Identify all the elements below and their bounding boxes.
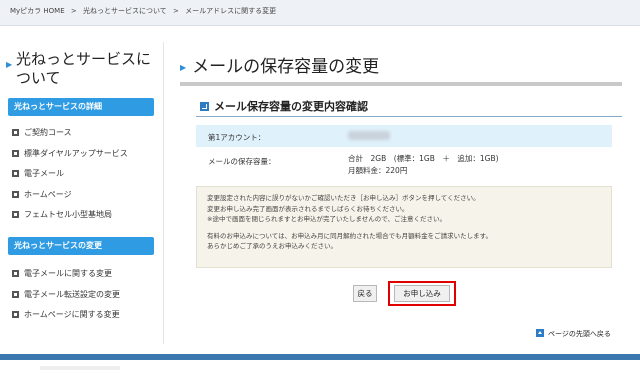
sidebar-item-femtocell[interactable]: フェムトセル小型基地局 — [12, 208, 128, 229]
bullet-icon — [12, 129, 19, 136]
triangle-icon: ▶ — [6, 60, 13, 69]
notice-line: 変更設定された内容に誤りがないかご確認いただき［お申し込み］ボタンを押してくださ… — [207, 194, 480, 202]
notice-box: 変更設定された内容に誤りがないかご確認いただき［お申し込み］ボタンを押してくださ… — [196, 186, 612, 268]
sidebar-heading-changes: 光ねっとサービスの変更 — [8, 237, 154, 255]
monthly-fee: 月額料金：220円 — [348, 166, 408, 175]
sidebar-list-changes: 電子メールに関する変更 電子メール転送設定の変更 ホームページに関する変更 — [12, 267, 120, 329]
footer-content — [40, 366, 120, 370]
bullet-icon — [12, 211, 19, 218]
sidebar-item-homepage-change[interactable]: ホームページに関する変更 — [12, 308, 120, 329]
arrow-up-icon — [536, 329, 544, 337]
sidebar-item-email[interactable]: 電子メール — [12, 167, 128, 188]
breadcrumb-current: メールアドレスに関する変更 — [185, 7, 277, 15]
footer-bar — [0, 354, 640, 360]
bullet-icon — [12, 311, 19, 318]
page-title: ▶ メールの保存容量の変更 — [180, 57, 380, 77]
storage-row: メールの保存容量： 合計 2GB (標準：1GB ＋ 追加：1GB) 月額料金：… — [196, 149, 612, 179]
sidebar-item-dialup[interactable]: 標準ダイヤルアップサービス — [12, 147, 128, 168]
sidebar-item-forward-change[interactable]: 電子メール転送設定の変更 — [12, 288, 120, 309]
notice-line: あらかじめご了承のうえお申込みください。 — [207, 242, 337, 250]
bullet-icon — [12, 290, 19, 298]
sidebar-heading-details: 光ねっとサービスの詳細 — [8, 98, 154, 116]
account-row: 第1アカウント： — [196, 125, 612, 147]
sidebar-title: ▶ 光ねっとサービスについて — [6, 50, 152, 87]
sidebar-item-course[interactable]: ご契約コース — [12, 126, 128, 147]
storage-value: 合計 2GB (標準：1GB ＋ 追加：1GB) — [348, 154, 499, 163]
sidebar-item-homepage[interactable]: ホームページ — [12, 188, 128, 209]
back-button[interactable]: 戻る — [353, 285, 377, 302]
bullet-icon — [12, 149, 19, 157]
bullet-icon — [12, 270, 19, 277]
checkbox-icon — [200, 102, 209, 111]
page-top-link[interactable]: ページの先頭へ戻る — [536, 329, 611, 339]
breadcrumb-separator: > — [70, 7, 77, 15]
breadcrumb-separator: > — [173, 7, 179, 15]
apply-button[interactable]: お申し込み — [394, 285, 450, 302]
sidebar-divider — [163, 42, 164, 344]
breadcrumb-bar: Myピカラ HOME > 光ねっとサービスについて > メールアドレスに関する変… — [0, 0, 640, 26]
breadcrumb: Myピカラ HOME > 光ねっとサービスについて > メールアドレスに関する変… — [10, 6, 280, 16]
section-divider — [196, 116, 622, 117]
sidebar-list-details: ご契約コース 標準ダイヤルアップサービス 電子メール ホームページ フェムトセル… — [12, 126, 128, 229]
section-title: メール保存容量の変更内容確認 — [200, 98, 368, 114]
triangle-icon: ▶ — [180, 62, 187, 72]
notice-line: ※途中で画面を閉じられますとお申込が完了いたしませんので、ご注意ください。 — [207, 215, 446, 223]
title-divider — [180, 82, 622, 86]
account-value-masked — [348, 131, 390, 140]
notice-line: 有料のお申込みについては、お申込み月に同月解約された場合でも月額料金をご請求いた… — [207, 231, 493, 240]
breadcrumb-service-link[interactable]: 光ねっとサービスについて — [83, 7, 167, 15]
bullet-icon — [12, 190, 19, 198]
notice-line: 変更お申し込み完了画面が表示されるまでしばらくお待ちください。 — [207, 204, 409, 213]
breadcrumb-home-link[interactable]: Myピカラ HOME — [10, 7, 65, 15]
account-label: 第1アカウント： — [208, 133, 266, 142]
sidebar-item-email-change[interactable]: 電子メールに関する変更 — [12, 267, 120, 288]
storage-label: メールの保存容量： — [208, 157, 276, 166]
bullet-icon — [12, 170, 19, 177]
